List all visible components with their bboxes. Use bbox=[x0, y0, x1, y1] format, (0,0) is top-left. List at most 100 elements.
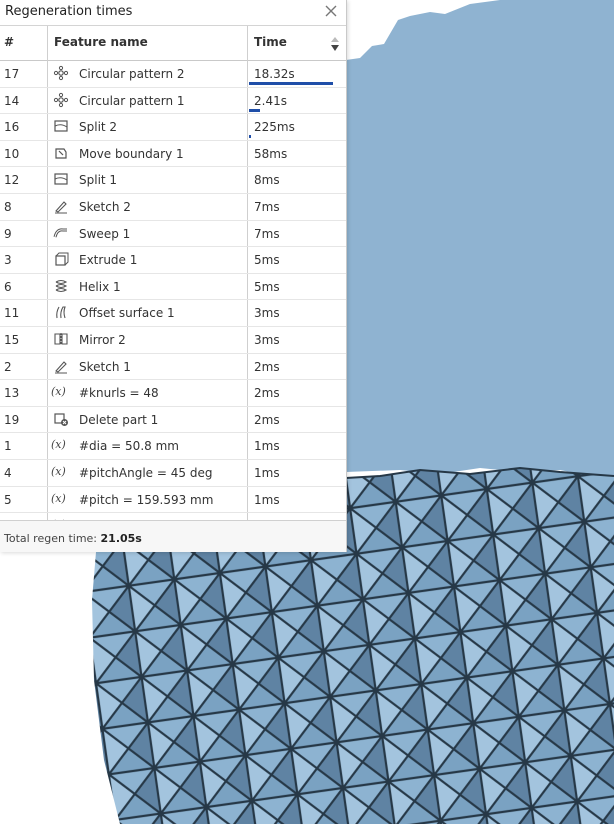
total-regen-label: Total regen time: 21.05s bbox=[4, 532, 142, 545]
table-row[interactable]: 1 (x) #dia = 50.8 mm 1ms bbox=[0, 433, 346, 460]
row-number: 15 bbox=[4, 332, 20, 347]
feature-name: Move boundary 1 bbox=[79, 146, 184, 161]
table-row[interactable]: 13 (x) #knurls = 48 2ms bbox=[0, 380, 346, 407]
feature-name: Extrude 1 bbox=[79, 253, 138, 268]
variable-icon: (x) bbox=[51, 464, 66, 478]
split-icon bbox=[54, 173, 68, 185]
panel-footer: Total regen time: 21.05s bbox=[0, 520, 346, 552]
feature-name: #knurls = 48 bbox=[79, 386, 159, 401]
offset-surface-icon bbox=[56, 306, 66, 319]
regen-time: 2ms bbox=[254, 359, 280, 374]
regen-time: 3ms bbox=[254, 332, 280, 347]
table-row[interactable]: 4 (x) #pitchAngle = 45 deg 1ms bbox=[0, 460, 346, 487]
helix-icon bbox=[55, 279, 68, 292]
regen-time: 5ms bbox=[254, 279, 280, 294]
table-row[interactable]: 6 Helix 1 5ms bbox=[0, 274, 346, 301]
feature-name: Mirror 2 bbox=[79, 332, 126, 347]
regen-time: 58ms bbox=[254, 146, 288, 161]
panel-titlebar: Regeneration times bbox=[0, 0, 346, 26]
table-row[interactable]: 11 Offset surface 1 3ms bbox=[0, 300, 346, 327]
table-row[interactable]: 2 Sketch 1 2ms bbox=[0, 354, 346, 381]
mirror-icon bbox=[54, 332, 68, 345]
delete-part-icon bbox=[54, 413, 68, 426]
table-row[interactable]: 16 Split 2 225ms bbox=[0, 114, 346, 141]
table-row[interactable]: 14 Circular pattern 1 2.41s bbox=[0, 88, 346, 115]
close-icon[interactable] bbox=[322, 2, 340, 20]
feature-name: Circular pattern 2 bbox=[79, 67, 185, 81]
table-row[interactable]: 3 Extrude 1 5ms bbox=[0, 247, 346, 274]
regen-time: 1ms bbox=[254, 465, 280, 480]
regen-time: 7ms bbox=[254, 226, 280, 241]
row-number: 2 bbox=[4, 359, 12, 374]
sketch-icon bbox=[55, 201, 67, 214]
circular-pattern-icon bbox=[53, 92, 69, 107]
regen-time: 2ms bbox=[254, 412, 280, 427]
feature-name: Sketch 1 bbox=[79, 359, 131, 374]
feature-name: Offset surface 1 bbox=[79, 306, 175, 321]
feature-name: Split 1 bbox=[79, 173, 118, 188]
table-row[interactable]: 19 Delete part 1 2ms bbox=[0, 407, 346, 434]
row-number: 16 bbox=[4, 120, 20, 135]
regen-time: 3ms bbox=[254, 306, 280, 321]
row-number: 17 bbox=[4, 67, 20, 81]
circular-pattern-icon bbox=[53, 65, 69, 81]
table-row[interactable]: 8 Sketch 2 7ms bbox=[0, 194, 346, 221]
variable-icon: (x) bbox=[51, 491, 66, 505]
time-bar bbox=[249, 108, 261, 112]
row-number: 5 bbox=[4, 492, 12, 507]
table-row[interactable]: 10 Move boundary 1 58ms bbox=[0, 141, 346, 168]
feature-name: Helix 1 bbox=[79, 279, 121, 294]
table-row[interactable]: 15 Mirror 2 3ms bbox=[0, 327, 346, 354]
sweep-icon bbox=[53, 227, 67, 237]
regen-time: 225ms bbox=[254, 120, 295, 135]
row-number: 19 bbox=[4, 412, 20, 427]
regen-time: 1ms bbox=[254, 492, 280, 507]
row-number: 10 bbox=[4, 146, 20, 161]
header-feature-name[interactable]: Feature name bbox=[54, 35, 148, 49]
regen-time: 5ms bbox=[254, 253, 280, 268]
row-number: 1 bbox=[4, 439, 12, 454]
regen-time: 2.41s bbox=[254, 93, 287, 108]
table-row[interactable]: 17 Circular pattern 2 18.32s bbox=[0, 61, 346, 88]
row-number: 12 bbox=[4, 173, 20, 188]
table-row[interactable]: 9 Sweep 1 7ms bbox=[0, 221, 346, 248]
feature-name: #dia = 50.8 mm bbox=[79, 439, 179, 454]
regen-time: 7ms bbox=[254, 199, 280, 214]
row-number: 6 bbox=[4, 279, 12, 294]
table-header: # Feature name Time bbox=[0, 26, 346, 61]
feature-name: Circular pattern 1 bbox=[79, 93, 185, 108]
time-bar bbox=[249, 82, 334, 85]
feature-name: Split 2 bbox=[79, 120, 118, 135]
sort-descending-icon[interactable] bbox=[329, 35, 341, 53]
regeneration-times-panel: Regeneration times # Feature name Time 1… bbox=[0, 0, 347, 552]
row-number: 11 bbox=[4, 306, 20, 321]
move-boundary-icon bbox=[55, 148, 67, 159]
feature-name: #pitch = 159.593 mm bbox=[79, 492, 214, 507]
variable-icon: (x) bbox=[51, 438, 66, 452]
row-number: 14 bbox=[4, 93, 20, 108]
feature-name: Sketch 2 bbox=[79, 199, 131, 214]
regen-time: 1ms bbox=[254, 439, 280, 454]
header-number[interactable]: # bbox=[4, 35, 14, 49]
sketch-icon bbox=[55, 360, 67, 374]
row-number: 13 bbox=[4, 386, 20, 401]
row-number: 8 bbox=[4, 199, 12, 214]
row-number: 3 bbox=[4, 253, 12, 268]
extrude-icon bbox=[55, 252, 69, 266]
header-time[interactable]: Time bbox=[254, 35, 287, 49]
total-regen-value: 21.05s bbox=[100, 532, 142, 545]
feature-name: Delete part 1 bbox=[79, 412, 159, 427]
feature-name: Sweep 1 bbox=[79, 226, 131, 241]
table-row[interactable]: 12 Split 1 8ms bbox=[0, 167, 346, 194]
row-number: 4 bbox=[4, 465, 12, 480]
model-top-face bbox=[346, 0, 614, 478]
feature-rows: 17 Circular pattern 2 18.32s 14 Circular pat… bbox=[0, 61, 346, 540]
panel-title: Regeneration times bbox=[5, 4, 133, 19]
variable-icon: (x) bbox=[51, 385, 66, 399]
split-icon bbox=[54, 120, 68, 132]
regen-time: 18.32s bbox=[254, 67, 295, 81]
row-number: 9 bbox=[4, 226, 12, 241]
table-row[interactable]: 5 (x) #pitch = 159.593 mm 1ms bbox=[0, 487, 346, 514]
time-bar bbox=[249, 135, 251, 139]
regen-time: 2ms bbox=[254, 386, 280, 401]
